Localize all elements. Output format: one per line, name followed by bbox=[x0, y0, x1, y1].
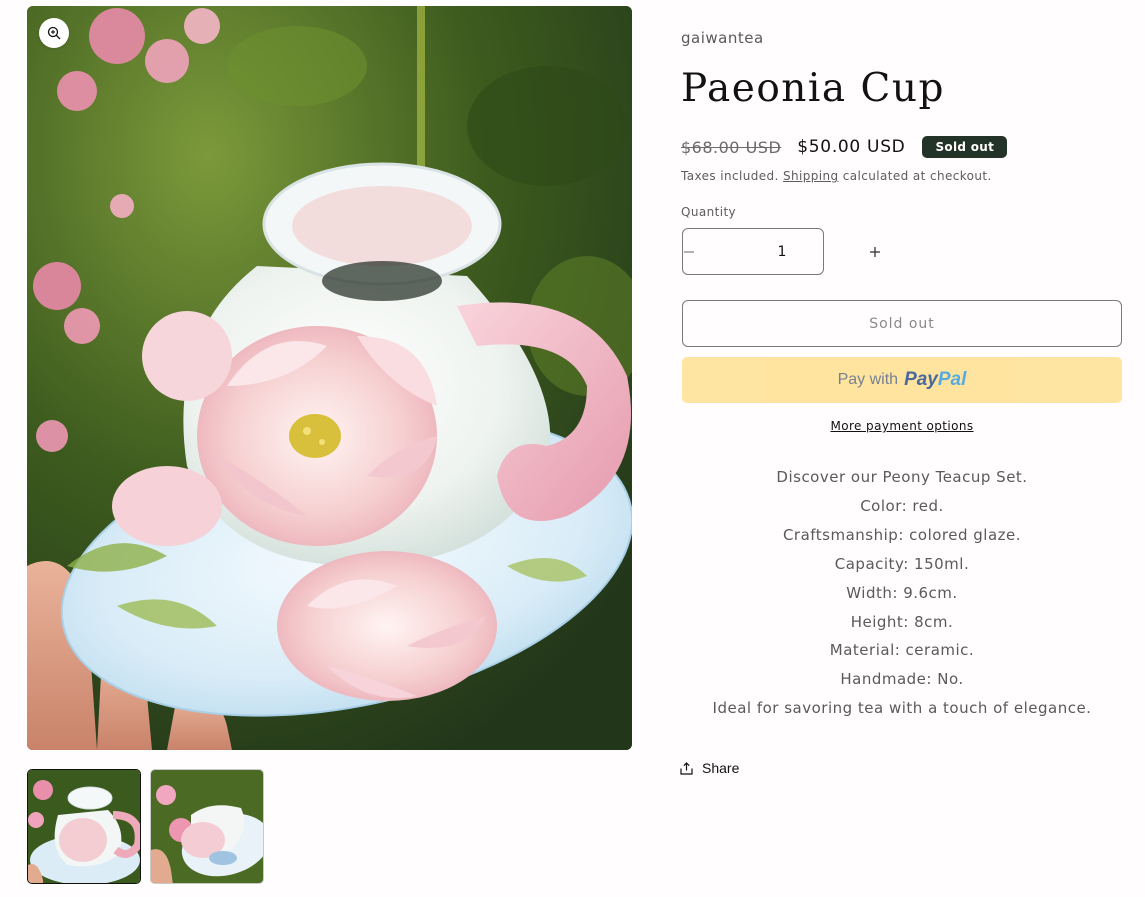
quantity-stepper bbox=[682, 228, 880, 275]
description-line: Ideal for savoring tea with a touch of e… bbox=[712, 699, 1092, 718]
description-line: Discover our Peony Teacup Set. bbox=[776, 468, 1028, 486]
description-line: Capacity: 150ml. bbox=[834, 554, 970, 573]
share-label: Share bbox=[702, 760, 740, 776]
quantity-decrease-button[interactable] bbox=[683, 229, 695, 274]
compare-at-price: $68.00 USD bbox=[681, 137, 782, 157]
share-button[interactable]: Share bbox=[680, 760, 739, 776]
quantity-label: Quantity bbox=[681, 205, 737, 219]
paypal-logo: PayPal bbox=[904, 369, 966, 391]
description-line: Handmade: No. bbox=[840, 670, 964, 689]
sold-out-button[interactable]: Sold out bbox=[682, 300, 1122, 347]
thumbnail-1-image bbox=[28, 770, 140, 883]
product-title: Paeonia Cup bbox=[681, 66, 945, 111]
price-row: $68.00 USD $50.00 USD Sold out bbox=[681, 134, 1008, 160]
sold-out-badge: Sold out bbox=[922, 136, 1008, 158]
tax-note-prefix: Taxes included. bbox=[681, 169, 779, 183]
quantity-input[interactable] bbox=[695, 229, 869, 274]
tax-note: Taxes included. Shipping calculated at c… bbox=[681, 169, 992, 183]
minus-icon bbox=[684, 250, 694, 253]
tax-note-suffix: calculated at checkout. bbox=[842, 169, 992, 183]
description-line: Width: 9.6cm. bbox=[846, 583, 958, 602]
share-icon bbox=[680, 761, 693, 775]
paypal-button[interactable]: Pay with PayPal bbox=[682, 357, 1122, 403]
description-line: Height: 8cm. bbox=[850, 612, 954, 631]
product-description: Discover our Peony Teacup Set. Color: re… bbox=[682, 463, 1122, 723]
thumbnail-2[interactable] bbox=[150, 769, 264, 884]
thumbnail-2-image bbox=[151, 770, 263, 883]
plus-icon bbox=[870, 246, 880, 257]
product-vendor: gaiwantea bbox=[681, 29, 764, 47]
paypal-logo-pay: Pay bbox=[904, 369, 938, 390]
paypal-logo-pal: Pal bbox=[937, 369, 967, 390]
more-payment-options-link[interactable]: More payment options bbox=[682, 419, 1122, 433]
description-line: Craftsmanship: colored glaze. bbox=[782, 525, 1022, 544]
thumbnail-1[interactable] bbox=[27, 769, 141, 884]
teacup-illustration bbox=[27, 6, 632, 750]
sale-price: $50.00 USD bbox=[797, 137, 906, 157]
description-line: Color: red. bbox=[860, 496, 944, 515]
zoom-button[interactable] bbox=[39, 18, 69, 48]
quantity-increase-button[interactable] bbox=[869, 229, 881, 274]
product-main-image[interactable] bbox=[27, 6, 632, 750]
paypal-prefix: Pay with bbox=[837, 371, 899, 388]
shipping-link[interactable]: Shipping bbox=[783, 169, 839, 183]
magnifier-plus-icon bbox=[47, 26, 61, 40]
description-line: Material: ceramic. bbox=[829, 641, 975, 660]
